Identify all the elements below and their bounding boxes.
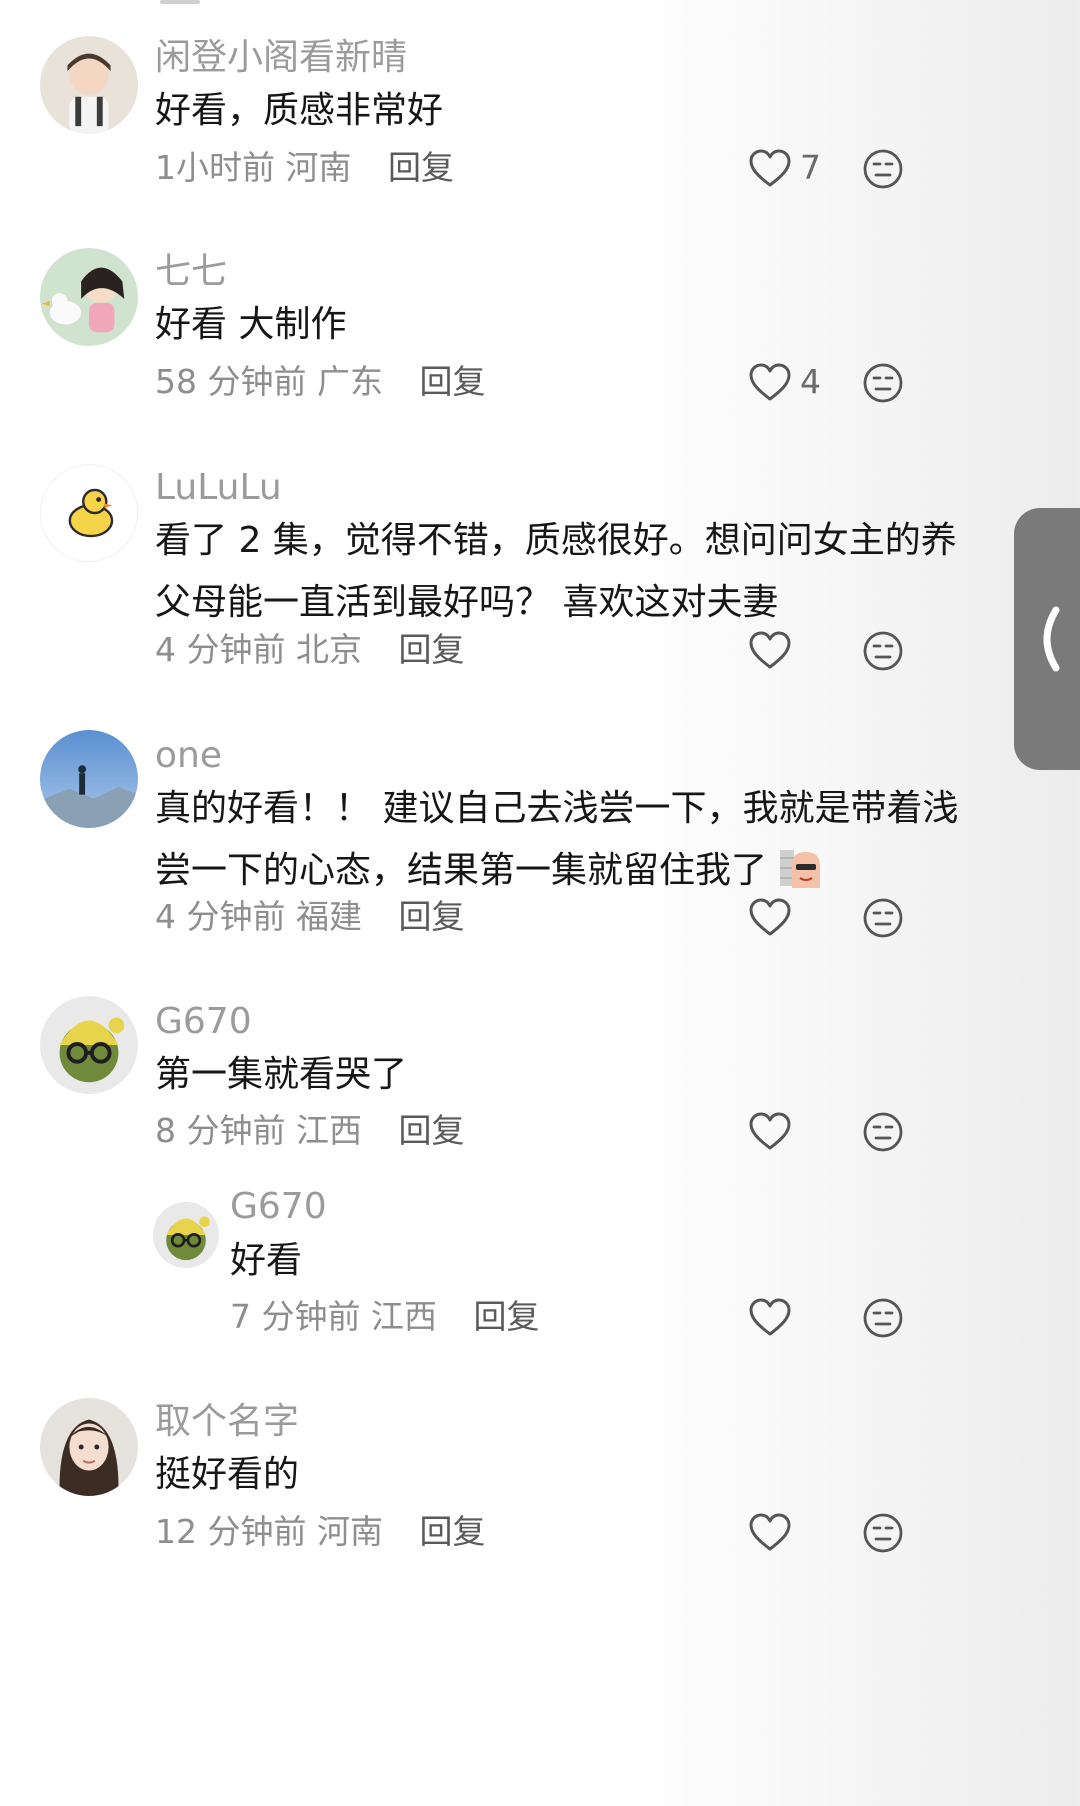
comment-text-line: 真的好看！！ 建议自己去浅尝一下，我就是带着浅 [155,788,959,829]
comment-location: 广东 [316,362,383,401]
comment-meta: 8 分钟前 江西 回复 [155,1111,465,1151]
comment-text: 挺好看的 [155,1454,300,1495]
reply-text: 好看 [230,1240,303,1281]
reply-time: 7 分钟前 [230,1297,361,1336]
neutral-face-icon [863,149,903,189]
avatar[interactable] [40,1398,138,1496]
heart-outline-icon [749,1298,791,1336]
reply-button[interactable]: 回复 [419,1512,485,1551]
comment-location: 福建 [296,897,362,936]
dislike-button[interactable] [862,1512,904,1554]
like-button[interactable] [748,1512,800,1552]
avatar[interactable] [40,464,138,562]
dislike-button[interactable] [862,1297,904,1339]
avatar[interactable] [40,996,138,1094]
reply-button[interactable]: 回复 [399,1111,465,1150]
reply-location: 江西 [371,1297,437,1336]
dislike-button[interactable] [862,897,904,939]
dislike-button[interactable] [862,362,904,404]
comment-text-line: 尝一下的心态，结果第一集就留住我了 [155,840,1035,902]
dislike-button[interactable] [862,630,904,672]
chevron-left-icon [1043,606,1060,672]
avatar[interactable] [40,730,138,828]
like-button[interactable]: 7 [748,148,821,188]
side-panel-toggle[interactable] [1014,508,1080,770]
comment-location: 江西 [296,1111,362,1150]
comment-username[interactable]: one [155,734,222,778]
like-button[interactable] [748,1297,800,1337]
dislike-button[interactable] [862,148,904,190]
comment-location: 北京 [296,630,362,669]
like-count: 7 [800,148,821,187]
comment-text-line: 看了 2 集，觉得不错，质感很好。想问问女主的养 [155,520,957,561]
heart-outline-icon [749,149,791,187]
comment-meta: 58 分钟前 广东 回复 [155,362,485,402]
comment-text: 看了 2 集，觉得不错，质感很好。想问问女主的养 父母能一直活到最好吗？ 喜欢这… [155,510,1035,634]
comment-time: 4 分钟前 [155,897,286,936]
like-button[interactable] [748,897,800,937]
comment-username[interactable]: 七七 [155,250,227,294]
reply-meta: 7 分钟前 江西 回复 [230,1297,540,1337]
like-button[interactable]: 4 [748,362,821,402]
comment-username[interactable]: G670 [155,1000,252,1044]
like-count: 4 [800,362,821,401]
comment-text-segment: 尝一下的心态，结果第一集就留住我了 [155,850,768,891]
comment-location: 河南 [285,148,352,187]
comment-meta: 1小时前 河南 回复 [155,148,454,188]
heart-outline-icon [749,1112,791,1150]
comment-time: 4 分钟前 [155,630,286,669]
neutral-face-icon [863,631,903,671]
reply-button[interactable]: 回复 [388,148,454,187]
comment-time: 12 分钟前 [155,1512,307,1551]
heart-outline-icon [749,631,791,669]
avatar[interactable] [40,36,138,134]
neutral-face-icon [863,1513,903,1553]
comment-text: 好看 大制作 [155,304,347,345]
like-button[interactable] [748,1111,800,1151]
comment-meta: 4 分钟前 福建 回复 [155,897,465,937]
dislike-button[interactable] [862,1111,904,1153]
comment-time: 58 分钟前 [155,362,307,401]
neutral-face-icon [863,1112,903,1152]
comment-text: 好看，质感非常好 [155,90,444,131]
comment-meta: 4 分钟前 北京 回复 [155,630,465,670]
comment-text-line: 父母能一直活到最好吗？ 喜欢这对夫妻 [155,582,779,623]
avatar[interactable] [153,1202,219,1268]
comment-username[interactable]: 闲登小阁看新晴 [155,36,407,80]
neutral-face-icon [863,1298,903,1338]
comment-username[interactable]: LuLuLu [155,466,282,510]
smug-emoji-icon [780,850,821,888]
reply-button[interactable]: 回复 [419,362,485,401]
neutral-face-icon [863,898,903,938]
heart-outline-icon [749,363,791,401]
heart-outline-icon [749,1513,791,1551]
comment-meta: 12 分钟前 河南 回复 [155,1512,485,1552]
reply-button[interactable]: 回复 [399,630,465,669]
avatar[interactable] [40,248,138,346]
reply-username[interactable]: G670 [230,1185,327,1229]
comment-text: 第一集就看哭了 [155,1054,408,1095]
reply-button[interactable]: 回复 [474,1297,540,1336]
comment-text: 真的好看！！ 建议自己去浅尝一下，我就是带着浅 尝一下的心态，结果第一集就留住我… [155,778,1035,902]
reply-button[interactable]: 回复 [399,897,465,936]
previous-item-edge [160,0,200,4]
like-button[interactable] [748,630,800,670]
comment-time: 8 分钟前 [155,1111,286,1150]
heart-outline-icon [749,898,791,936]
comment-location: 河南 [316,1512,383,1551]
comment-time: 1小时前 [155,148,275,187]
comment-username[interactable]: 取个名字 [155,1400,299,1444]
neutral-face-icon [863,363,903,403]
